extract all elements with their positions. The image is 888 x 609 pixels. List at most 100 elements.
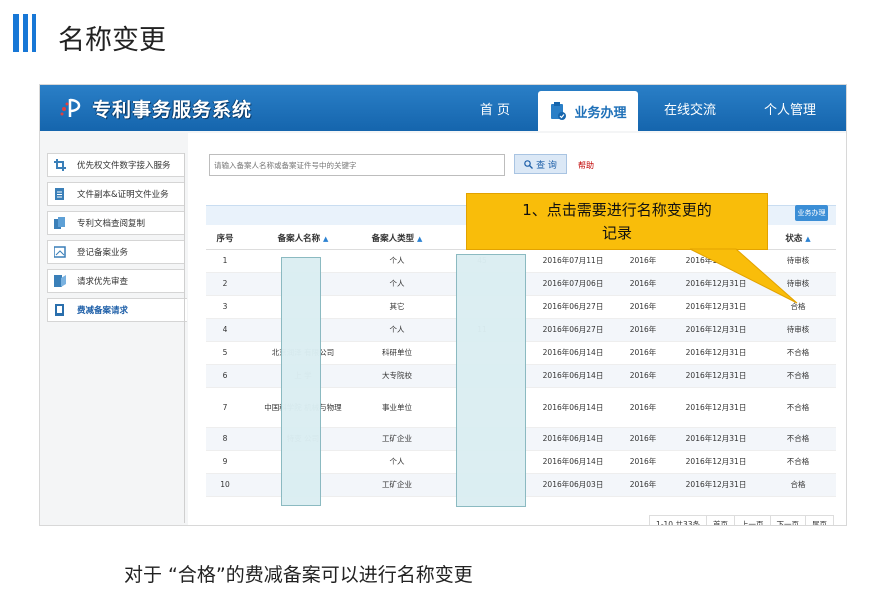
table-cell: 2016年12月31日 (672, 473, 760, 497)
sidebar-item-registration[interactable]: 登记备案业务 (47, 240, 185, 264)
col-header-type[interactable]: 备案人类型 ▲ (362, 227, 432, 250)
table-cell: 待审核 (760, 318, 836, 342)
table-cell: 其它 (362, 295, 432, 319)
table-cell: 2016年12月31日 (672, 450, 760, 474)
pager-last[interactable]: 尾页 (805, 515, 834, 525)
table-cell: 不合格 (760, 387, 836, 428)
table-cell: 2016年 (614, 427, 672, 451)
search-button-label: 查 询 (536, 160, 557, 171)
table-cell: 工矿企业 (362, 427, 432, 451)
nav-online[interactable]: 在线交流 (655, 85, 725, 131)
table-cell: 合格 (760, 295, 836, 319)
table-cell: 2016年 (614, 318, 672, 342)
table-cell: 2016年06月14日 (532, 427, 614, 451)
table-cell: 8 (206, 427, 244, 451)
table-cell: 2016年12月31日 (672, 341, 760, 365)
business-button[interactable]: 业务办理 (795, 205, 828, 221)
table-cell: 2016年07月11日 (532, 249, 614, 273)
pagination: 1-10,共33条 首页 上一页 下一页 尾页 (649, 515, 834, 525)
callout-line: 1、点击需要进行名称变更的 (522, 201, 712, 219)
sort-icon[interactable]: ▲ (323, 235, 328, 243)
document-icon (55, 188, 64, 200)
pager-prev[interactable]: 上一页 (734, 515, 771, 525)
table-cell: 大专院校 (362, 364, 432, 388)
table-cell: 5 (206, 341, 244, 365)
table-cell: 2016年06月14日 (532, 387, 614, 428)
sort-icon[interactable]: ▲ (805, 235, 810, 243)
table-cell: 合格 (760, 473, 836, 497)
sidebar-item-priority[interactable]: 优先权文件数字接入服务 (47, 153, 185, 177)
sidebar-divider (184, 153, 185, 523)
table-cell: 2016年 (614, 450, 672, 474)
table-cell: 不合格 (760, 450, 836, 474)
col-header-status[interactable]: 状态 ▲ (760, 227, 836, 250)
sidebar-item-priority-exam[interactable]: 请求优先审查 (47, 269, 185, 293)
table-cell: 2016年12月31日 (672, 272, 760, 296)
table-cell: 2016年06月14日 (532, 450, 614, 474)
table-cell: 2016年12月31日 (672, 249, 760, 273)
col-header-name[interactable]: 备案人名称 ▲ (244, 227, 362, 250)
accent-bar (32, 14, 36, 52)
table-cell: 待审核 (760, 249, 836, 273)
table-cell: 事业单位 (362, 387, 432, 428)
pager-info: 1-10,共33条 (649, 515, 707, 525)
accent-bar (23, 14, 28, 52)
sidebar-item-label: 登记备案业务 (77, 248, 129, 258)
table-cell: 2016年06月27日 (532, 318, 614, 342)
table-cell: 6 (206, 364, 244, 388)
help-link[interactable]: 帮助 (578, 160, 594, 171)
clipboard-icon (551, 102, 567, 120)
table-cell: 3 (206, 295, 244, 319)
folder-icon (54, 246, 66, 258)
sidebar-item-fee-reduction[interactable]: 费减备案请求 (47, 298, 187, 322)
table-cell: 2016年12月31日 (672, 427, 760, 451)
header-label: 备案人名称 (277, 233, 321, 244)
table-cell: 2016年07月06日 (532, 272, 614, 296)
privacy-mask (281, 257, 321, 506)
table-cell: 2016年12月31日 (672, 387, 760, 428)
sidebar-item-docs[interactable]: 专利文档查阅复制 (47, 211, 185, 235)
nav-label: 业务办理 (574, 105, 627, 121)
table-cell: 1 (206, 249, 244, 273)
app-header: 专利事务服务系统 首 页 业务办理 在线交流 个人管理 (40, 85, 846, 131)
search-input[interactable] (209, 154, 505, 176)
nav-label: 个人管理 (763, 102, 816, 118)
pager-first[interactable]: 首页 (706, 515, 735, 525)
table-cell: 2016年 (614, 249, 672, 273)
accent-bar (13, 14, 19, 52)
table-cell: 个人 (362, 272, 432, 296)
app-window: 专利事务服务系统 首 页 业务办理 在线交流 个人管理 优先权文件数字接入服务 … (39, 84, 847, 526)
pager-next[interactable]: 下一页 (769, 515, 806, 525)
callout-box: 1、点击需要进行名称变更的 记录 (466, 193, 768, 250)
logo-icon (60, 98, 81, 117)
table-cell: 个人 (362, 450, 432, 474)
book-icon (55, 304, 64, 316)
sidebar-item-label: 专利文档查阅复制 (77, 219, 146, 229)
nav-business[interactable]: 业务办理 (538, 91, 638, 131)
sidebar-item-label: 费减备案请求 (77, 306, 129, 316)
table-cell: 2016年 (614, 295, 672, 319)
sidebar-item-label: 文件副本&证明文件业务 (77, 190, 169, 200)
table-cell: 科研单位 (362, 341, 432, 365)
flag-icon (54, 275, 66, 287)
table-cell: 7 (206, 387, 244, 428)
search-icon (524, 159, 534, 169)
app-title: 专利事务服务系统 (92, 99, 253, 121)
table-cell: 2016年06月27日 (532, 295, 614, 319)
col-header-index: 序号 (206, 227, 244, 250)
nav-personal[interactable]: 个人管理 (755, 85, 825, 131)
nav-home[interactable]: 首 页 (465, 85, 525, 131)
table-cell: 不合格 (760, 341, 836, 365)
header-label: 备案人类型 (371, 233, 415, 244)
table-cell: 工矿企业 (362, 473, 432, 497)
table-cell: 2016年 (614, 387, 672, 428)
sidebar-item-copies[interactable]: 文件副本&证明文件业务 (47, 182, 185, 206)
sort-icon[interactable]: ▲ (417, 235, 422, 243)
callout-line: 记录 (601, 224, 632, 242)
nav-label: 首 页 (479, 102, 511, 118)
sidebar-item-label: 优先权文件数字接入服务 (77, 161, 171, 171)
table-cell: 10 (206, 473, 244, 497)
table-cell: 2016年06月14日 (532, 341, 614, 365)
search-button[interactable]: 查 询 (514, 154, 567, 174)
nav-label: 在线交流 (663, 102, 716, 118)
